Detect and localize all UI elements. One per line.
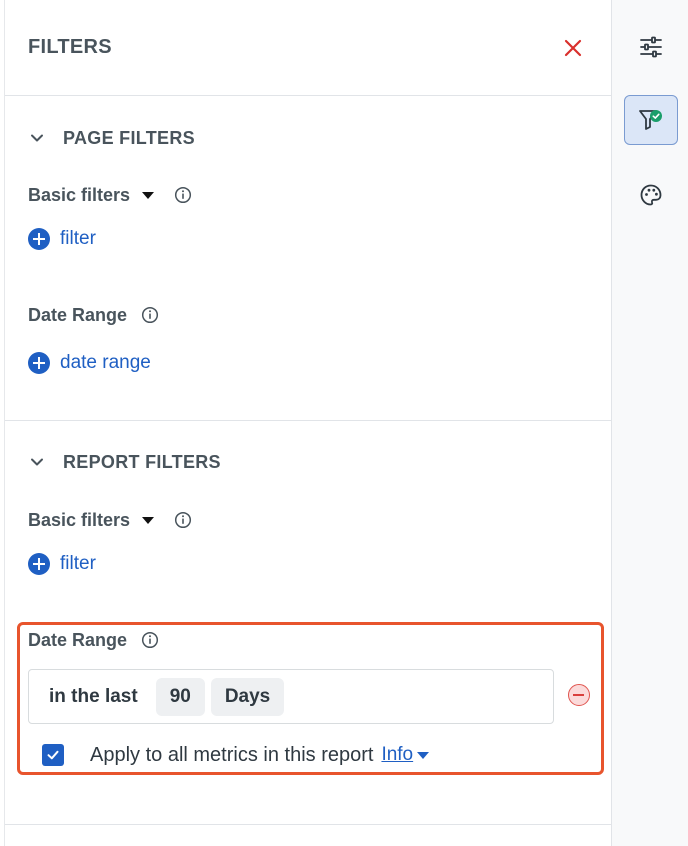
section-divider bbox=[5, 420, 613, 421]
report-date-range-text: Date Range bbox=[28, 629, 128, 650]
page-date-range-label: Date Range bbox=[28, 303, 159, 327]
info-icon[interactable] bbox=[141, 306, 159, 324]
page-add-date-range-button[interactable]: date range bbox=[28, 351, 151, 375]
caret-down-icon[interactable] bbox=[142, 192, 155, 199]
info-link-label[interactable]: Info bbox=[381, 744, 413, 766]
report-basic-filters-label: Basic filters bbox=[28, 508, 192, 532]
info-icon[interactable] bbox=[141, 631, 159, 649]
filters-panel: FILTERS PAGE FILTERS Basic filters filte… bbox=[4, 0, 613, 846]
apply-all-label: Apply to all metrics in this report bbox=[90, 743, 374, 766]
plus-circle-icon bbox=[28, 228, 50, 250]
filter-check-icon bbox=[639, 110, 662, 130]
info-icon[interactable] bbox=[174, 186, 192, 204]
caret-down-icon[interactable] bbox=[142, 517, 155, 524]
page-basic-filters-text: Basic filters bbox=[28, 184, 131, 205]
apply-all-checkbox[interactable] bbox=[42, 744, 64, 766]
chevron-down-icon bbox=[27, 128, 47, 148]
date-range-prefix[interactable]: in the last bbox=[39, 686, 148, 708]
chevron-down-icon bbox=[27, 452, 47, 472]
report-filters-toggle[interactable]: REPORT FILTERS bbox=[27, 450, 221, 474]
right-toolbar bbox=[611, 0, 688, 846]
plus-circle-icon bbox=[28, 352, 50, 374]
page-date-range-text: Date Range bbox=[28, 304, 128, 325]
page-basic-filters-label: Basic filters bbox=[28, 183, 192, 207]
date-range-input[interactable]: in the last 90 Days bbox=[28, 669, 554, 724]
caret-down-icon bbox=[417, 751, 430, 759]
page-add-filter-button[interactable]: filter bbox=[28, 227, 96, 251]
palette-icon bbox=[640, 184, 662, 206]
page-add-filter-label: filter bbox=[60, 228, 96, 249]
filters-tab-button[interactable] bbox=[624, 95, 678, 145]
checkmark-icon bbox=[47, 750, 59, 760]
close-icon bbox=[564, 39, 582, 57]
info-icon[interactable] bbox=[174, 511, 192, 529]
panel-header: FILTERS bbox=[5, 0, 613, 96]
report-date-range-label: Date Range bbox=[28, 628, 159, 652]
report-basic-filters-text: Basic filters bbox=[28, 509, 131, 530]
date-range-amount[interactable]: 90 bbox=[155, 677, 205, 716]
close-button[interactable] bbox=[561, 36, 585, 60]
panel-title: FILTERS bbox=[28, 36, 112, 58]
remove-date-range-icon[interactable] bbox=[568, 684, 590, 706]
info-dropdown-link[interactable]: Info bbox=[381, 744, 430, 766]
page-filters-heading: PAGE FILTERS bbox=[63, 127, 195, 148]
report-add-filter-label: filter bbox=[60, 553, 96, 574]
apply-all-row[interactable]: Apply to all metrics in this report Info bbox=[42, 742, 430, 768]
settings-tab-button[interactable] bbox=[624, 22, 678, 72]
style-tab-button[interactable] bbox=[624, 170, 678, 220]
report-filters-heading: REPORT FILTERS bbox=[63, 451, 221, 472]
report-add-filter-button[interactable]: filter bbox=[28, 552, 96, 576]
section-divider bbox=[5, 824, 613, 825]
page-filters-toggle[interactable]: PAGE FILTERS bbox=[27, 126, 195, 150]
page-add-date-range-label: date range bbox=[60, 352, 151, 373]
date-range-unit[interactable]: Days bbox=[210, 677, 285, 716]
sliders-icon bbox=[640, 36, 662, 58]
plus-circle-icon bbox=[28, 553, 50, 575]
